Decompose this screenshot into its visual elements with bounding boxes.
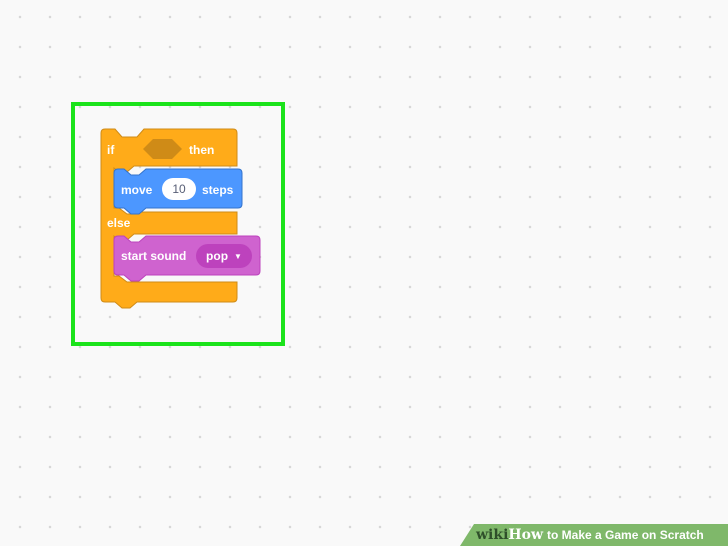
highlight-box [71, 102, 285, 346]
watermark-wiki: wiki [476, 527, 509, 543]
watermark-title: to Make a Game on Scratch [547, 528, 704, 542]
wikihow-watermark: wiki How to Make a Game on Scratch [460, 524, 728, 546]
watermark-how: How [508, 527, 544, 543]
code-workspace[interactable]: if then move 10 steps else start sound p… [0, 0, 728, 546]
